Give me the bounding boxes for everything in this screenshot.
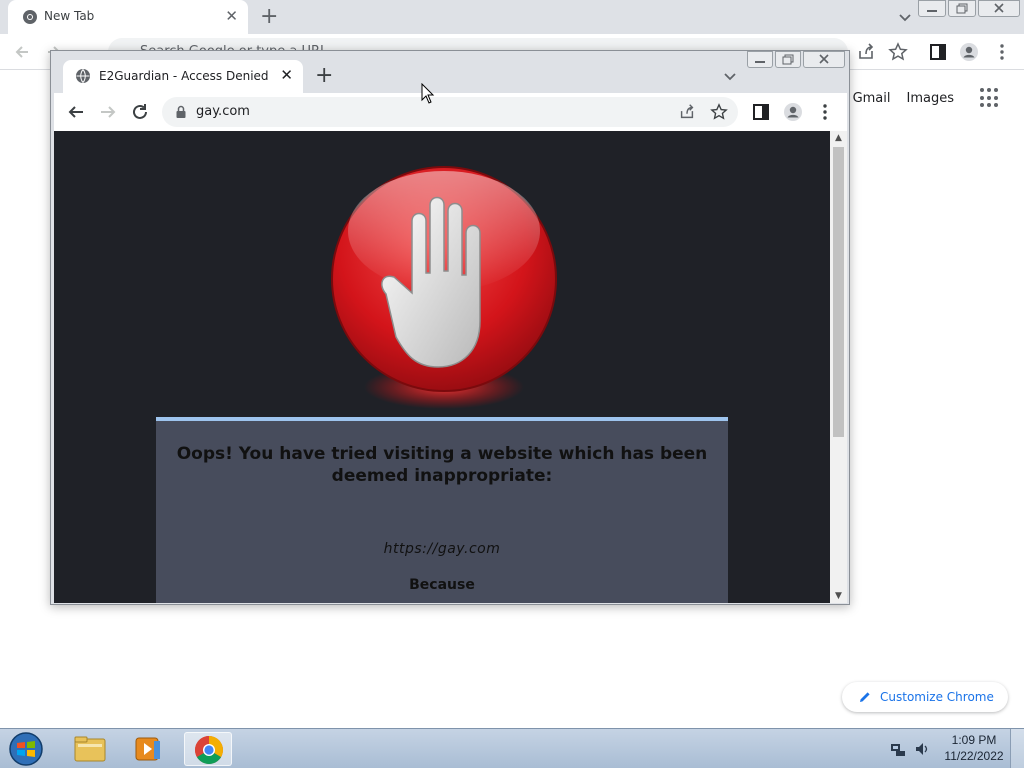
- background-close-button[interactable]: [978, 0, 1020, 17]
- scroll-up-arrow-icon[interactable]: ▲: [830, 131, 847, 145]
- blocked-url: https://gay.com: [383, 541, 501, 557]
- google-apps-icon[interactable]: [980, 88, 1000, 108]
- new-tab-button[interactable]: +: [315, 63, 333, 89]
- globe-icon: [76, 69, 90, 83]
- taskbar-clock[interactable]: 1:09 PM 11/22/2022: [938, 732, 1010, 764]
- lock-icon[interactable]: [174, 105, 188, 119]
- background-minimize-button[interactable]: [918, 0, 946, 17]
- show-desktop-button[interactable]: [1010, 729, 1024, 768]
- share-icon[interactable]: [678, 103, 696, 121]
- block-message-box: Oops! You have tried visiting a website …: [156, 417, 728, 603]
- back-arrow-icon[interactable]: [66, 102, 86, 122]
- pencil-icon: [860, 692, 870, 702]
- background-new-tab-button[interactable]: +: [260, 4, 278, 30]
- background-restore-button[interactable]: [948, 0, 976, 17]
- background-tab-close-icon[interactable]: ✕: [225, 7, 238, 25]
- because-label: Because: [409, 577, 475, 593]
- tab-title: E2Guardian - Access Denied: [99, 69, 269, 83]
- ntp-top-links: Gmail Images: [837, 88, 1000, 108]
- background-bookmark-star-icon[interactable]: [888, 42, 908, 62]
- gmail-link[interactable]: Gmail: [853, 91, 891, 106]
- background-profile-icon[interactable]: [959, 42, 979, 62]
- block-heading: Oops! You have tried visiting a website …: [176, 444, 708, 486]
- scroll-down-arrow-icon[interactable]: ▼: [830, 589, 847, 603]
- network-icon[interactable]: [890, 741, 906, 757]
- clock-time: 1:09 PM: [951, 733, 997, 747]
- close-window-button[interactable]: [803, 51, 845, 68]
- chrome-favicon-icon: [23, 10, 37, 24]
- stop-hand-icon: [331, 166, 557, 409]
- images-link[interactable]: Images: [907, 91, 955, 106]
- background-back-arrow-icon[interactable]: [12, 42, 32, 62]
- address-bar[interactable]: gay.com: [162, 97, 738, 127]
- windows-start-icon[interactable]: [6, 731, 46, 767]
- chrome-logo-icon: [195, 736, 223, 764]
- address-bar-url: gay.com: [196, 104, 250, 119]
- page-scrollbar[interactable]: ▲ ▼: [830, 131, 847, 603]
- bookmark-star-icon[interactable]: [710, 103, 728, 121]
- window-controls: [745, 51, 845, 68]
- side-panel-icon[interactable]: [751, 102, 771, 122]
- restore-button[interactable]: [775, 51, 801, 68]
- background-share-icon[interactable]: [856, 42, 876, 62]
- folder-icon: [74, 736, 106, 762]
- scrollbar-thumb[interactable]: [833, 147, 844, 437]
- background-menu-icon[interactable]: [992, 42, 1012, 62]
- reload-icon[interactable]: [130, 102, 150, 122]
- menu-icon[interactable]: [815, 102, 835, 122]
- background-tab-strip: New Tab ✕ +: [0, 0, 1024, 34]
- clock-date: 11/22/2022: [944, 749, 1004, 763]
- background-tab-new-tab[interactable]: New Tab ✕: [8, 0, 248, 34]
- tab-search-chevron-icon[interactable]: [721, 67, 739, 85]
- profile-icon[interactable]: [783, 102, 803, 122]
- volume-icon[interactable]: [914, 741, 930, 757]
- browser-toolbar: gay.com: [54, 93, 847, 131]
- background-tab-title: New Tab: [44, 9, 95, 23]
- file-explorer-taskbar-button[interactable]: [66, 732, 114, 766]
- media-player-icon: [135, 737, 160, 761]
- taskbar: 1:09 PM 11/22/2022: [0, 728, 1024, 768]
- forward-arrow-icon[interactable]: [98, 102, 118, 122]
- customize-chrome-button[interactable]: Customize Chrome: [842, 682, 1008, 712]
- tab-close-icon[interactable]: ✕: [280, 66, 293, 84]
- media-player-taskbar-button[interactable]: [124, 732, 172, 766]
- foreground-browser-window: E2Guardian - Access Denied ✕ + gay.com O…: [50, 50, 850, 605]
- blocked-page: Oops! You have tried visiting a website …: [54, 131, 830, 603]
- system-tray: 1:09 PM 11/22/2022: [880, 729, 1024, 768]
- mouse-cursor-icon: [421, 83, 435, 104]
- tab-search-chevron-icon[interactable]: [896, 8, 914, 26]
- chrome-taskbar-button[interactable]: [184, 732, 232, 766]
- customize-chrome-label: Customize Chrome: [880, 690, 994, 704]
- minimize-button[interactable]: [747, 51, 773, 68]
- background-side-panel-icon[interactable]: [928, 42, 948, 62]
- background-window-controls: [916, 0, 1020, 17]
- tab-access-denied[interactable]: E2Guardian - Access Denied ✕: [63, 60, 303, 93]
